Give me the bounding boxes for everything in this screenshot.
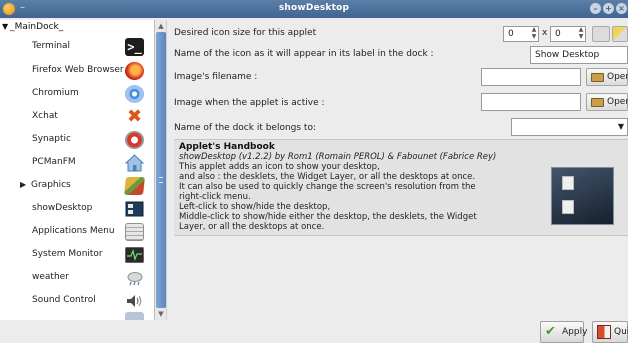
image-active-label: Image when the applet is active : [174,98,325,108]
sidebar-item-label: Terminal [32,41,71,51]
weather-icon [127,272,143,286]
sidebar-item-xchat[interactable]: Xchat ✖ [0,106,154,128]
apply-label: Apply [562,327,588,337]
xchat-icon: ✖ [126,106,143,127]
dock-belongs-label: Name of the dock it belongs to: [174,123,317,133]
speaker-icon [127,295,142,307]
tree-root-label: _MainDock_ [10,22,64,32]
apply-button[interactable]: ✔ Apply [540,321,588,343]
handbook-line: Middle-click to show/hide either the des… [179,212,477,222]
checkmark-icon: ✔ [545,324,556,339]
applet-tree: ▼ _MainDock_ Terminal >_ Firefox Web Brow… [0,20,155,320]
image-filename-input[interactable] [481,68,581,86]
quit-label: Quit [614,327,628,337]
link-sizes-icon[interactable] [592,26,610,42]
title-bar: – showDesktop – + × [0,0,628,18]
handbook-line: Left-click to show/hide the desktop, [179,202,331,212]
sidebar-item-label: Chromium [32,88,79,98]
dock-label-input[interactable]: Show Desktop [530,46,628,64]
open-active-image-button[interactable]: Open [586,93,628,111]
handbook-line: Layer, or all the desktops at once. [179,222,325,232]
scroll-down-icon[interactable]: ▼ [156,309,166,319]
handbook-subtitle: showDesktop (v1.2.2) by Rom1 (Romain PER… [179,152,497,162]
document-icon [562,200,574,214]
home-folder-icon [125,154,144,172]
chromium-icon [125,85,144,103]
document-icon [562,176,574,190]
sidebar-item-synaptic[interactable]: Synaptic [0,129,154,151]
grip-icon [159,177,163,183]
synaptic-icon [125,131,144,149]
close-icon[interactable]: × [616,3,627,14]
open-image-button[interactable]: Open [586,68,628,86]
sidebar-item-label: Graphics [31,180,71,190]
sidebar-item-label: weather [32,272,69,282]
handbook-title: Applet's Handbook [179,142,275,152]
quit-icon [597,325,611,339]
brush-icon[interactable] [612,26,628,42]
handbook-line: right-click menu. [179,192,251,202]
scroll-up-icon[interactable]: ▲ [156,21,166,31]
sidebar-scrollbar[interactable]: ▲ ▼ [155,20,167,320]
minimize-icon[interactable]: – [590,3,601,14]
open-label: Open [607,72,628,82]
icon-width-value: 0 [508,29,514,39]
image-active-input[interactable] [481,93,581,111]
sidebar-item-firefox[interactable]: Firefox Web Browser [0,60,154,82]
spinner-arrows-icon[interactable]: ▲ ▼ [577,26,585,42]
dock-select[interactable]: ▼ [511,118,628,136]
maximize-icon[interactable]: + [603,3,614,14]
sidebar-item-system-monitor[interactable]: System Monitor [0,244,154,266]
image-filename-label: Image's filename : [174,72,258,82]
sidebar-item-label: showDesktop [32,203,93,213]
scrollbar-thumb[interactable] [156,32,166,308]
folder-icon [591,73,604,82]
open-label: Open [607,97,628,107]
sidebar-item-label: System Monitor [32,249,103,259]
sidebar-item-pcmanfm[interactable]: PCManFM [0,152,154,174]
spinner-arrows-icon[interactable]: ▲ ▼ [530,26,538,42]
sidebar-item-label: Xchat [32,111,58,121]
partial-item-icon [125,312,144,320]
terminal-icon: >_ [125,38,144,56]
expand-arrow-icon[interactable]: ▼ [2,22,8,31]
graphics-icon [124,177,145,195]
expand-arrow-icon[interactable]: ▶ [20,180,26,189]
window-title: showDesktop [278,3,350,13]
handbook-line: and also : the desklets, the Widget Laye… [179,172,476,182]
icon-height-value: 0 [555,29,561,39]
sidebar-item-label: Sound Control [32,295,96,305]
system-monitor-icon [125,247,144,263]
icon-size-label: Desired icon size for this applet [174,28,317,38]
tree-root-maindock[interactable]: ▼ _MainDock_ [2,22,63,35]
sidebar-item-chromium[interactable]: Chromium [0,83,154,105]
folder-icon [591,98,604,107]
sidebar-item-label: Firefox Web Browser [32,65,124,75]
sidebar-item-sound-control[interactable]: Sound Control [0,290,154,312]
sidebar-item-label: Applications Menu [32,226,115,236]
applet-preview-image [551,167,614,225]
sidebar-item-showdesktop[interactable]: showDesktop [0,198,154,220]
handbook-line: It can also be used to quickly change th… [179,182,476,192]
quit-button[interactable]: Quit [592,321,628,343]
chevron-down-icon[interactable]: ▼ [618,122,624,131]
sidebar-item-label: PCManFM [32,157,76,167]
firefox-icon [125,62,144,80]
handbook-line: This applet adds an icon to show your de… [179,162,380,172]
applications-menu-icon [125,223,144,241]
sidebar-item-partial [0,312,154,320]
applet-handbook: Applet's Handbook showDesktop (v1.2.2) b… [174,139,628,236]
dock-label-label: Name of the icon as it will appear in it… [174,49,434,59]
sidebar-item-graphics[interactable]: ▶ Graphics [0,175,154,197]
sidebar-item-applications-menu[interactable]: Applications Menu [0,221,154,243]
sidebar-item-label: Synaptic [32,134,71,144]
show-desktop-icon [125,201,144,217]
sidebar-item-weather[interactable]: weather [0,267,154,289]
sidebar-item-terminal[interactable]: Terminal >_ [0,36,154,58]
size-times-label: x [542,28,548,38]
